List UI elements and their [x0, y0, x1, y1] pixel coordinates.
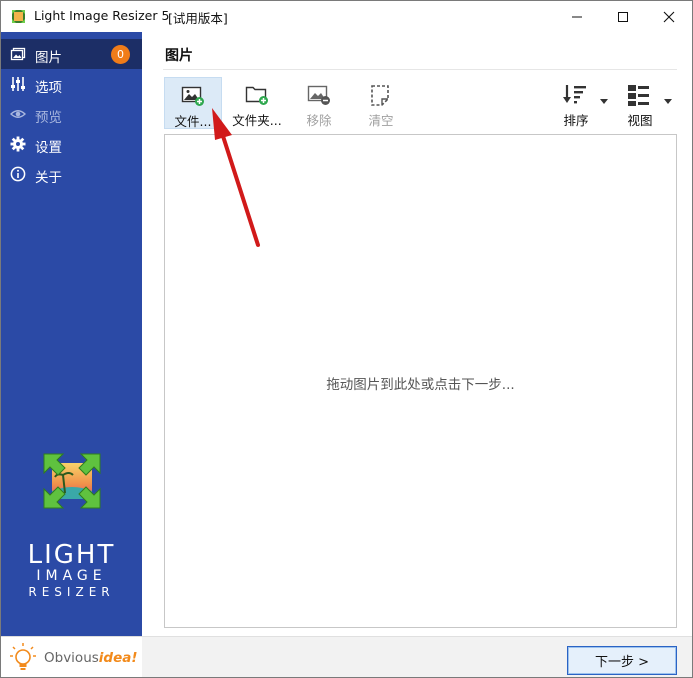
minimize-button[interactable]: [554, 1, 600, 32]
tool-label: 移除: [306, 113, 332, 128]
brand-name: Obviousidea!: [44, 650, 138, 666]
chevron-down-icon: [664, 99, 672, 104]
trial-label: [试用版本]: [168, 11, 228, 26]
sliders-icon: [11, 77, 25, 91]
clear-icon: [371, 85, 389, 106]
images-icon: [10, 47, 26, 61]
add-image-icon: [181, 86, 204, 106]
sort-icon: [563, 85, 586, 104]
tool-label: 视图: [627, 113, 653, 128]
gear-icon: [10, 136, 26, 152]
sort-button[interactable]: 排序: [556, 77, 610, 129]
sidebar-item-label: 图片: [35, 50, 62, 66]
add-folder-button[interactable]: 文件夹...: [226, 77, 288, 129]
sidebar-item-images[interactable]: 图片 0: [1, 39, 142, 69]
sidebar-item-label: 关于: [35, 170, 62, 186]
sidebar-item-preview[interactable]: 预览: [1, 99, 142, 129]
tool-label: 排序: [563, 113, 589, 128]
image-drop-area[interactable]: 拖动图片到此处或点击下一步...: [164, 134, 677, 628]
bottom-bar: 下一步 >: [142, 636, 692, 677]
drop-hint: 拖动图片到此处或点击下一步...: [326, 377, 515, 393]
view-list-icon: [628, 85, 649, 106]
info-icon: [10, 166, 26, 182]
view-button[interactable]: 视图: [620, 77, 674, 129]
tool-label: 文件夹...: [232, 113, 282, 128]
tool-label: 清空: [368, 113, 394, 128]
page-title: 图片: [165, 48, 193, 64]
brand-accent: idea!: [98, 650, 138, 666]
maximize-button[interactable]: [600, 1, 646, 32]
add-files-button[interactable]: 文件...: [164, 77, 222, 129]
title-bar[interactable]: Light Image Resizer 5 [试用版本]: [1, 1, 692, 32]
product-logo-icon: [43, 453, 101, 509]
close-icon: [663, 11, 675, 23]
image-count-badge: 0: [111, 45, 130, 64]
logo-text-image: IMAGE: [36, 568, 107, 584]
next-step-button[interactable]: 下一步 >: [567, 646, 677, 675]
clear-button[interactable]: 清空: [352, 77, 410, 129]
sidebar-item-label: 选项: [35, 80, 62, 96]
remove-image-icon: [307, 85, 330, 105]
remove-button[interactable]: 移除: [290, 77, 348, 129]
chevron-down-icon: [600, 99, 608, 104]
sidebar-item-options[interactable]: 选项: [1, 69, 142, 99]
add-folder-icon: [245, 86, 268, 105]
app-logo-icon: [12, 10, 25, 23]
brand-footer[interactable]: Obviousidea!: [1, 636, 142, 677]
close-button[interactable]: [646, 1, 692, 32]
brand-prefix: Obvious: [44, 650, 99, 666]
sidebar-item-settings[interactable]: 设置: [1, 129, 142, 159]
logo-text-resizer: RESIZER: [28, 585, 115, 599]
sidebar-item-label: 设置: [35, 140, 62, 156]
eye-icon: [10, 110, 26, 118]
lightbulb-icon: [10, 643, 36, 670]
sidebar: 图片 0 选项 预览 设置 关于 LIGHT IMAGE RESIZER: [1, 32, 142, 636]
sidebar-item-about[interactable]: 关于: [1, 159, 142, 189]
app-window: Light Image Resizer 5 [试用版本] 图片 0 选项 预览 …: [0, 0, 693, 678]
sidebar-item-label: 预览: [35, 110, 62, 126]
window-title: Light Image Resizer 5: [34, 8, 170, 23]
divider: [163, 69, 677, 70]
minimize-icon: [572, 16, 582, 18]
tool-label: 文件...: [174, 114, 212, 129]
maximize-icon: [618, 12, 628, 22]
logo-text-light: LIGHT: [27, 540, 116, 570]
main-panel: 图片 文件... 文件夹... 移除 清空 排序 视图 拖动图片到此处或点击下一…: [142, 32, 692, 677]
